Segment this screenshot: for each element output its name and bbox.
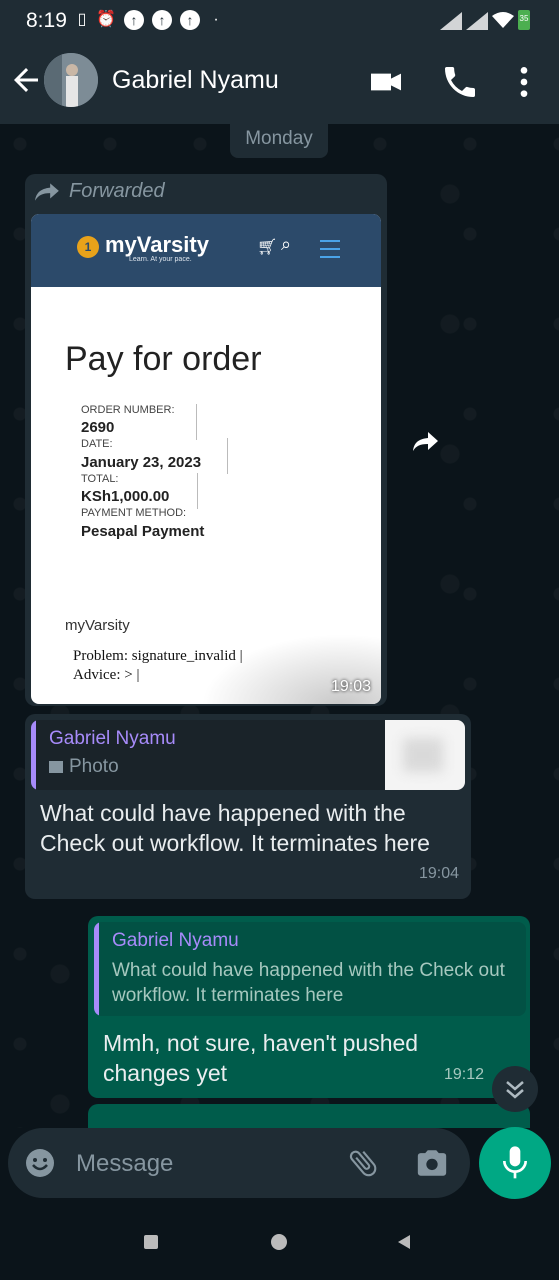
forward-icon[interactable]	[400, 418, 450, 468]
chevron-double-down-icon	[506, 1081, 524, 1099]
divider	[227, 438, 228, 474]
chat-header: Gabriel Nyamu	[0, 40, 559, 124]
quoted-text: What could have happened with the Check …	[112, 960, 505, 1006]
more-vert-icon[interactable]	[504, 62, 544, 102]
cart-icon: 🛒︎	[257, 239, 278, 256]
quoted-sender: Gabriel Nyamu	[112, 930, 239, 951]
order-number: 2690	[81, 419, 115, 436]
page-title: Pay for order	[65, 340, 262, 378]
video-call-icon[interactable]	[366, 62, 406, 102]
quoted-message[interactable]: Gabriel Nyamu What could have happened w…	[94, 922, 526, 1016]
chat-area[interactable]: Monday Forwarded 1 myVarsity Learn. At y…	[0, 124, 559, 1128]
mic-button[interactable]	[479, 1127, 551, 1199]
scroll-down-button[interactable]	[492, 1066, 538, 1112]
site-header: 1 myVarsity Learn. At your pace. 🛒︎ ⌕	[31, 214, 381, 287]
quoted-thumbnail	[385, 720, 465, 790]
battery-level: 35	[519, 14, 529, 23]
site-brand: myVarsity	[65, 617, 130, 634]
forward-icon	[35, 183, 59, 201]
battery-icon: 35	[518, 10, 530, 30]
message-time: 19:12	[444, 1066, 485, 1083]
vibrate-icon: ▯	[77, 11, 87, 28]
total-label: TOTAL:	[81, 473, 119, 485]
signal-icon	[466, 12, 488, 30]
back-nav-icon[interactable]	[396, 1234, 412, 1250]
forwarded-text: Forwarded	[69, 180, 165, 202]
order-date: January 23, 2023	[81, 454, 202, 471]
divider	[196, 404, 197, 440]
home-button[interactable]	[271, 1234, 287, 1250]
day-chip: Monday	[230, 124, 328, 158]
quoted-sender: Gabriel Nyamu	[49, 728, 176, 749]
avatar[interactable]	[44, 53, 98, 107]
status-bar: 8:19 ▯ ⏰ ↑ ↑ ↑ · 35	[0, 0, 559, 40]
order-total: KSh1,000.00	[81, 488, 170, 505]
alarm-icon: ⏰	[96, 11, 116, 28]
upload-icon: ↑	[180, 10, 200, 30]
site-logo: myVarsity	[105, 232, 209, 257]
wifi-icon	[492, 12, 514, 28]
forwarded-label: Forwarded	[35, 180, 165, 203]
message-input[interactable]	[74, 1144, 328, 1184]
payment-method-label: PAYMENT METHOD:	[81, 507, 187, 519]
site-tagline: Learn. At your pace.	[129, 256, 192, 263]
order-number-label: ORDER NUMBER:	[81, 404, 175, 416]
hamburger-icon	[320, 240, 340, 258]
signal-icon	[440, 12, 462, 30]
forwarded-image[interactable]: 1 myVarsity Learn. At your pace. 🛒︎ ⌕ Pa…	[31, 214, 381, 704]
quote-bar	[94, 922, 99, 1016]
quoted-type: Photo	[49, 756, 119, 778]
quoted-message[interactable]: Gabriel Nyamu Photo	[31, 720, 465, 790]
photo-icon	[49, 760, 63, 773]
recents-button[interactable]	[144, 1235, 158, 1249]
paperclip-icon[interactable]	[346, 1146, 380, 1180]
system-navbar	[0, 1206, 559, 1280]
dot-icon: ·	[213, 11, 219, 28]
quote-bar	[31, 720, 36, 790]
mic-icon	[503, 1146, 527, 1179]
divider	[197, 473, 198, 509]
contact-name[interactable]: Gabriel Nyamu	[112, 66, 279, 95]
message-time: 19:03	[330, 678, 371, 695]
message-text: What could have happened with the Check …	[40, 800, 430, 856]
status-time: 8:19	[26, 9, 67, 32]
avatar-image	[44, 53, 98, 107]
upload-icon: ↑	[124, 10, 144, 30]
search-icon: ⌕	[281, 234, 292, 254]
outgoing-message[interactable]: Gabriel Nyamu What could have happened w…	[88, 916, 530, 1098]
payment-method: Pesapal Payment	[81, 523, 205, 540]
message-time: 19:04	[418, 865, 459, 882]
incoming-message[interactable]: Gabriel Nyamu Photo What could have happ…	[25, 714, 471, 899]
arrow-left-icon[interactable]	[8, 62, 44, 98]
forwarded-message[interactable]: Forwarded 1 myVarsity Learn. At your pac…	[25, 174, 387, 706]
quoted-type-label: Photo	[69, 756, 119, 777]
emoji-icon[interactable]	[24, 1147, 56, 1179]
date-label: DATE:	[81, 438, 113, 450]
phone-icon[interactable]	[440, 62, 480, 102]
site-logo-icon: 1	[77, 236, 99, 258]
upload-icon: ↑	[152, 10, 172, 30]
camera-icon[interactable]	[414, 1146, 450, 1180]
message-composer	[8, 1128, 470, 1198]
outgoing-message[interactable]	[88, 1104, 530, 1128]
message-text: Mmh, not sure, haven't pushed changes ye…	[103, 1030, 419, 1086]
